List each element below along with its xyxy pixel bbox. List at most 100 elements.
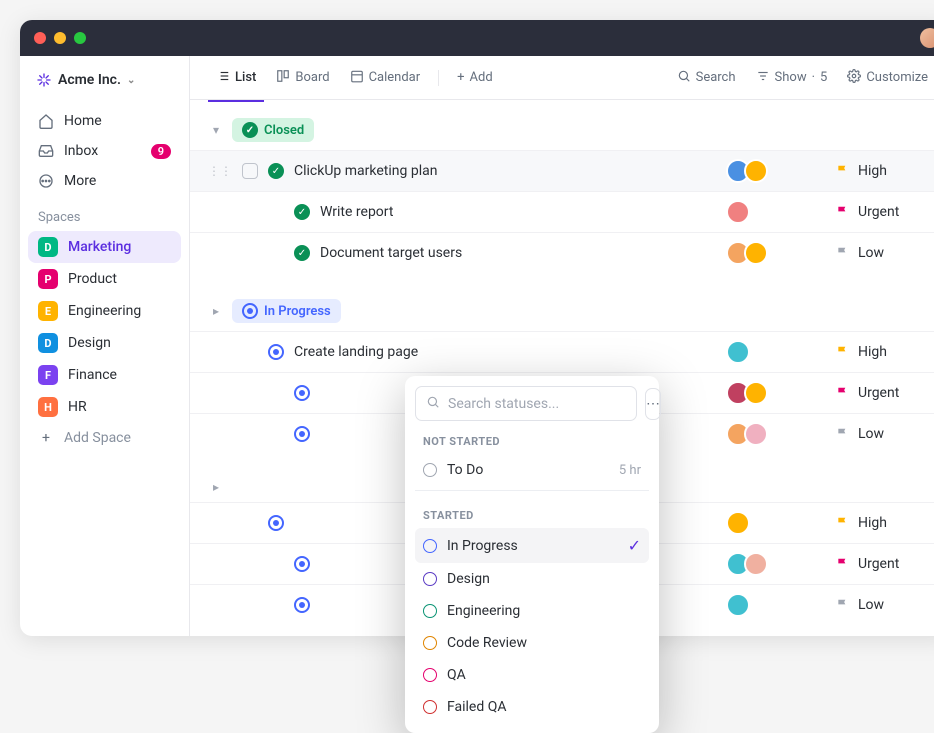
status-option[interactable]: Engineering [415,595,649,627]
collapse-icon[interactable]: ▸ [208,480,224,494]
space-color-icon: H [38,397,58,417]
sidebar-space-finance[interactable]: FFinance [28,359,181,391]
task-row[interactable]: ⋮⋮ ✓ ClickUp marketing plan High [190,150,934,191]
assignees [726,552,826,576]
task-row[interactable]: ⋮⋮✓Write reportUrgent [190,191,934,232]
priority-cell[interactable]: Low [836,426,934,442]
sidebar-space-engineering[interactable]: EEngineering [28,295,181,327]
user-avatar[interactable] [920,28,934,48]
status-search-input[interactable] [415,386,637,421]
status-icon[interactable] [268,344,284,360]
status-option[interactable]: QA [415,659,649,691]
search-button[interactable]: Search [669,63,744,93]
assignee-avatar[interactable] [744,422,768,446]
maximize-window-icon[interactable] [74,32,86,44]
task-row[interactable]: ⋮⋮✓Document target usersLow [190,232,934,273]
dd-section-not-started: NOT STARTED [415,421,649,454]
priority-cell[interactable]: High [836,344,934,360]
status-label: Design [447,571,490,587]
add-space-button[interactable]: + Add Space [28,423,181,453]
status-pill-inprogress[interactable]: In Progress [232,299,341,323]
chevron-down-icon: ⌄ [127,75,135,86]
close-window-icon[interactable] [34,32,46,44]
status-icon[interactable]: ✓ [268,163,284,179]
status-icon[interactable] [294,426,310,442]
sidebar-space-hr[interactable]: HHR [28,391,181,423]
collapse-icon[interactable]: ▸ [208,304,224,318]
assignees [726,593,826,617]
status-color-icon [423,668,437,682]
sidebar-space-product[interactable]: PProduct [28,263,181,295]
status-label: Code Review [447,635,527,651]
show-button[interactable]: Show · 5 [748,63,836,93]
home-icon [38,113,54,129]
priority-cell[interactable]: Low [836,597,934,613]
space-label: Marketing [68,239,131,255]
task-checkbox[interactable] [242,163,258,179]
status-option[interactable]: Code Review [415,627,649,659]
status-label: QA [447,667,466,683]
sidebar-space-marketing[interactable]: D Marketing [28,231,181,263]
status-pill-closed[interactable]: ✓ Closed [232,118,314,142]
nav-inbox[interactable]: Inbox 9 [28,136,181,166]
sidebar-space-design[interactable]: DDesign [28,327,181,359]
assignee-avatar[interactable] [744,552,768,576]
priority-cell[interactable]: High [836,163,934,179]
status-icon[interactable] [268,515,284,531]
task-title[interactable]: Document target users [320,245,716,261]
space-color-icon: E [38,301,58,321]
status-color-icon [423,636,437,650]
status-option[interactable]: In Progress✓ [415,528,649,563]
status-icon[interactable] [294,597,310,613]
customize-button[interactable]: Customize [839,63,934,93]
assignee-avatar[interactable] [726,340,750,364]
view-list[interactable]: List [208,63,264,93]
view-board[interactable]: Board [268,63,337,93]
priority-cell[interactable]: Low [836,245,934,261]
status-label: To Do [447,462,483,478]
nav-more[interactable]: More [28,166,181,196]
drag-handle-icon[interactable]: ⋮⋮ [208,164,232,178]
priority-cell[interactable]: Urgent [836,204,934,220]
assignee-avatar[interactable] [744,241,768,265]
task-title[interactable]: Create landing page [294,344,716,360]
assignee-avatar[interactable] [726,511,750,535]
priority-cell[interactable]: Urgent [836,385,934,401]
window-controls [34,32,86,44]
space-label: Finance [68,367,117,383]
nav-home[interactable]: Home [28,106,181,136]
status-icon[interactable] [294,385,310,401]
priority-cell[interactable]: High [836,515,934,531]
assignee-avatar[interactable] [726,593,750,617]
status-icon[interactable] [294,556,310,572]
status-icon[interactable]: ✓ [294,204,310,220]
status-label: In Progress [447,538,518,554]
status-color-icon [423,463,437,477]
status-label: Failed QA [447,699,507,715]
status-more-button[interactable]: ⋯ [645,388,661,420]
assignee-avatar[interactable] [744,381,768,405]
priority-cell[interactable]: Urgent [836,556,934,572]
group-inprogress-header[interactable]: ▸ In Progress [190,291,934,331]
space-color-icon: D [38,237,58,257]
plus-icon: + [457,70,464,85]
status-option[interactable]: Design [415,563,649,595]
task-title[interactable]: ClickUp marketing plan [294,163,716,179]
status-icon[interactable]: ✓ [294,245,310,261]
group-closed-header[interactable]: ▾ ✓ Closed [190,110,934,150]
workspace-switcher[interactable]: Acme Inc. ⌄ [28,66,181,94]
status-option[interactable]: To Do5 hr [415,454,649,486]
collapse-icon[interactable]: ▾ [208,123,224,137]
task-title[interactable]: Write report [320,204,716,220]
minimize-window-icon[interactable] [54,32,66,44]
status-option[interactable]: Failed QA [415,691,649,723]
space-color-icon: D [38,333,58,353]
view-calendar[interactable]: Calendar [342,63,429,93]
add-view-button[interactable]: + Add [449,64,501,91]
task-row[interactable]: ⋮⋮Create landing pageHigh [190,331,934,372]
assignee-avatar[interactable] [726,200,750,224]
progress-circle-icon [242,303,258,319]
assignees [726,422,826,446]
assignee-avatar[interactable] [744,159,768,183]
inbox-icon [38,143,54,159]
